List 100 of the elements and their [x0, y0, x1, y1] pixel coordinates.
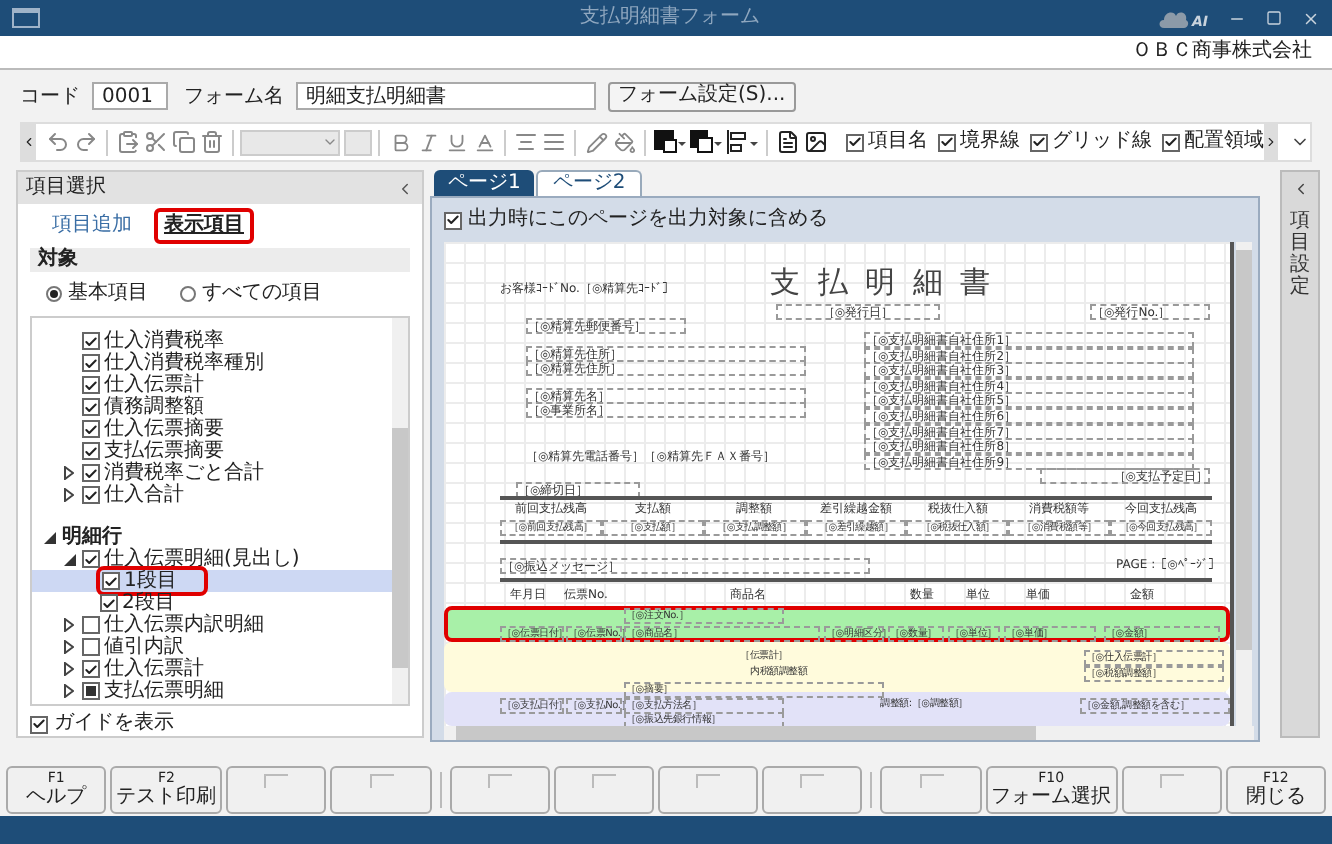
item-settings-panel[interactable]: 項目設定: [1280, 170, 1320, 738]
checkbox[interactable]: [82, 354, 100, 372]
horizontal-scrollbar[interactable]: [444, 726, 1254, 740]
panel-title: 項目設定: [1290, 210, 1310, 298]
expand-arrow-icon[interactable]: [64, 618, 74, 632]
tree-item[interactable]: 明細行: [32, 526, 392, 548]
collapse-arrow-icon[interactable]: [43, 531, 55, 543]
checkbox-label: 出力時にこのページを出力対象に含める: [468, 208, 828, 232]
align-objects-icon[interactable]: [726, 130, 758, 154]
tree-item[interactable]: 仕入伝票摘要: [32, 418, 392, 440]
page-tab[interactable]: ページ1: [434, 170, 535, 196]
radio-button[interactable]: [180, 286, 196, 302]
tree-item[interactable]: 支払伝票摘要: [32, 440, 392, 462]
checkbox[interactable]: [444, 211, 462, 229]
paste-icon[interactable]: [116, 130, 140, 154]
checkbox[interactable]: [82, 398, 100, 416]
caret-icon: [322, 134, 338, 150]
expand-arrow-icon[interactable]: [64, 640, 74, 654]
checkbox[interactable]: [82, 550, 100, 568]
checkbox[interactable]: [30, 715, 48, 733]
checkbox[interactable]: [102, 572, 120, 590]
checkbox-label: ガイドを表示: [54, 712, 174, 736]
tree-item[interactable]: 2段目: [32, 592, 392, 614]
document-icon[interactable]: [776, 130, 800, 154]
tree-item[interactable]: 消費税率ごと合計: [32, 462, 392, 484]
tree-item[interactable]: 仕入伝票明細(見出し): [32, 548, 392, 570]
border-color-icon[interactable]: [654, 130, 686, 154]
underline-icon[interactable]: [445, 131, 467, 153]
bold-icon[interactable]: [389, 131, 411, 153]
tree-item[interactable]: 仕入消費税率種別: [32, 352, 392, 374]
panel-tab[interactable]: 表示項目: [154, 208, 254, 244]
toggle-label: グリッド線: [1052, 130, 1152, 154]
checkbox[interactable]: [82, 464, 100, 482]
scroll-left-icon[interactable]: [22, 124, 36, 160]
maximize-icon[interactable]: [1266, 10, 1282, 26]
section-label: 対象: [38, 248, 78, 272]
font-color-icon[interactable]: [473, 131, 495, 153]
form-name-field[interactable]: 明細支払明細書: [296, 82, 596, 110]
panel-title: 項目選択: [26, 176, 106, 200]
radio-label: すべての項目: [202, 282, 322, 306]
align-center-icon[interactable]: [514, 130, 538, 154]
checkbox[interactable]: [82, 638, 100, 656]
page-tab[interactable]: ページ2: [536, 170, 642, 196]
vertical-scrollbar[interactable]: [1236, 242, 1252, 726]
expand-arrow-icon[interactable]: [64, 466, 74, 480]
checkbox[interactable]: [82, 660, 100, 678]
window-icon: [12, 8, 40, 28]
copy-icon[interactable]: [172, 130, 196, 154]
undo-icon[interactable]: [46, 130, 70, 154]
checkbox[interactable]: [1162, 133, 1180, 151]
italic-icon[interactable]: [417, 131, 439, 153]
expand-arrow-icon[interactable]: [64, 684, 74, 698]
window-title: 支払明細書フォーム: [580, 6, 760, 30]
scroll-right-icon[interactable]: [1264, 124, 1278, 160]
checkbox[interactable]: [100, 594, 118, 612]
pencil-icon[interactable]: [585, 131, 607, 153]
checkbox[interactable]: [82, 442, 100, 460]
tree-item[interactable]: 仕入伝票計: [32, 374, 392, 396]
cut-icon[interactable]: [144, 130, 168, 154]
company-name: ＯＢＣ商事株式会社: [1132, 40, 1312, 64]
checkbox[interactable]: [1030, 133, 1048, 151]
redo-icon[interactable]: [74, 130, 98, 154]
radio-button[interactable]: [46, 286, 62, 302]
collapse-arrow-icon[interactable]: [63, 553, 75, 565]
font-size-field[interactable]: [344, 129, 372, 155]
tree-item[interactable]: 仕入伝票計: [32, 658, 392, 680]
tree-item[interactable]: 支払伝票明細: [32, 680, 392, 702]
field-label: フォーム名: [184, 83, 284, 111]
checkbox[interactable]: [82, 332, 100, 350]
image-icon[interactable]: [804, 130, 828, 154]
toggle-label: 項目名: [868, 130, 928, 154]
vertical-scrollbar[interactable]: [392, 318, 408, 704]
fill-color-icon[interactable]: [690, 130, 722, 154]
checkbox[interactable]: [82, 682, 100, 700]
field-label: コード: [20, 83, 80, 111]
align-justify-icon[interactable]: [542, 130, 566, 154]
radio-label: 基本項目: [68, 282, 148, 306]
checkbox[interactable]: [82, 616, 100, 634]
collapse-icon[interactable]: [396, 179, 414, 197]
expand-arrow-icon[interactable]: [64, 662, 74, 676]
expand-arrow-icon[interactable]: [64, 488, 74, 502]
toggle-label: 配置領域: [1184, 130, 1264, 154]
checkbox[interactable]: [846, 133, 864, 151]
tree-item[interactable]: 値引内訳: [32, 636, 392, 658]
checkbox[interactable]: [82, 376, 100, 394]
checkbox[interactable]: [82, 420, 100, 438]
checkbox[interactable]: [82, 486, 100, 504]
delete-icon[interactable]: [200, 130, 224, 154]
close-icon[interactable]: [1302, 9, 1320, 27]
tree-item[interactable]: 仕入合計: [32, 484, 392, 506]
tree-item[interactable]: 仕入伝票内訳明細: [32, 614, 392, 636]
tree-item[interactable]: 債務調整額: [32, 396, 392, 418]
tree-item[interactable]: 1段目: [32, 570, 392, 592]
paint-bucket-icon[interactable]: [613, 131, 635, 153]
toggle-label: 境界線: [960, 130, 1020, 154]
form-settings-button[interactable]: フォーム設定(S)...: [608, 81, 796, 111]
panel-tab[interactable]: 項目追加: [42, 208, 142, 244]
checkbox[interactable]: [938, 133, 956, 151]
tree-item[interactable]: 仕入消費税率: [32, 330, 392, 352]
code-field[interactable]: 0001: [92, 82, 168, 110]
